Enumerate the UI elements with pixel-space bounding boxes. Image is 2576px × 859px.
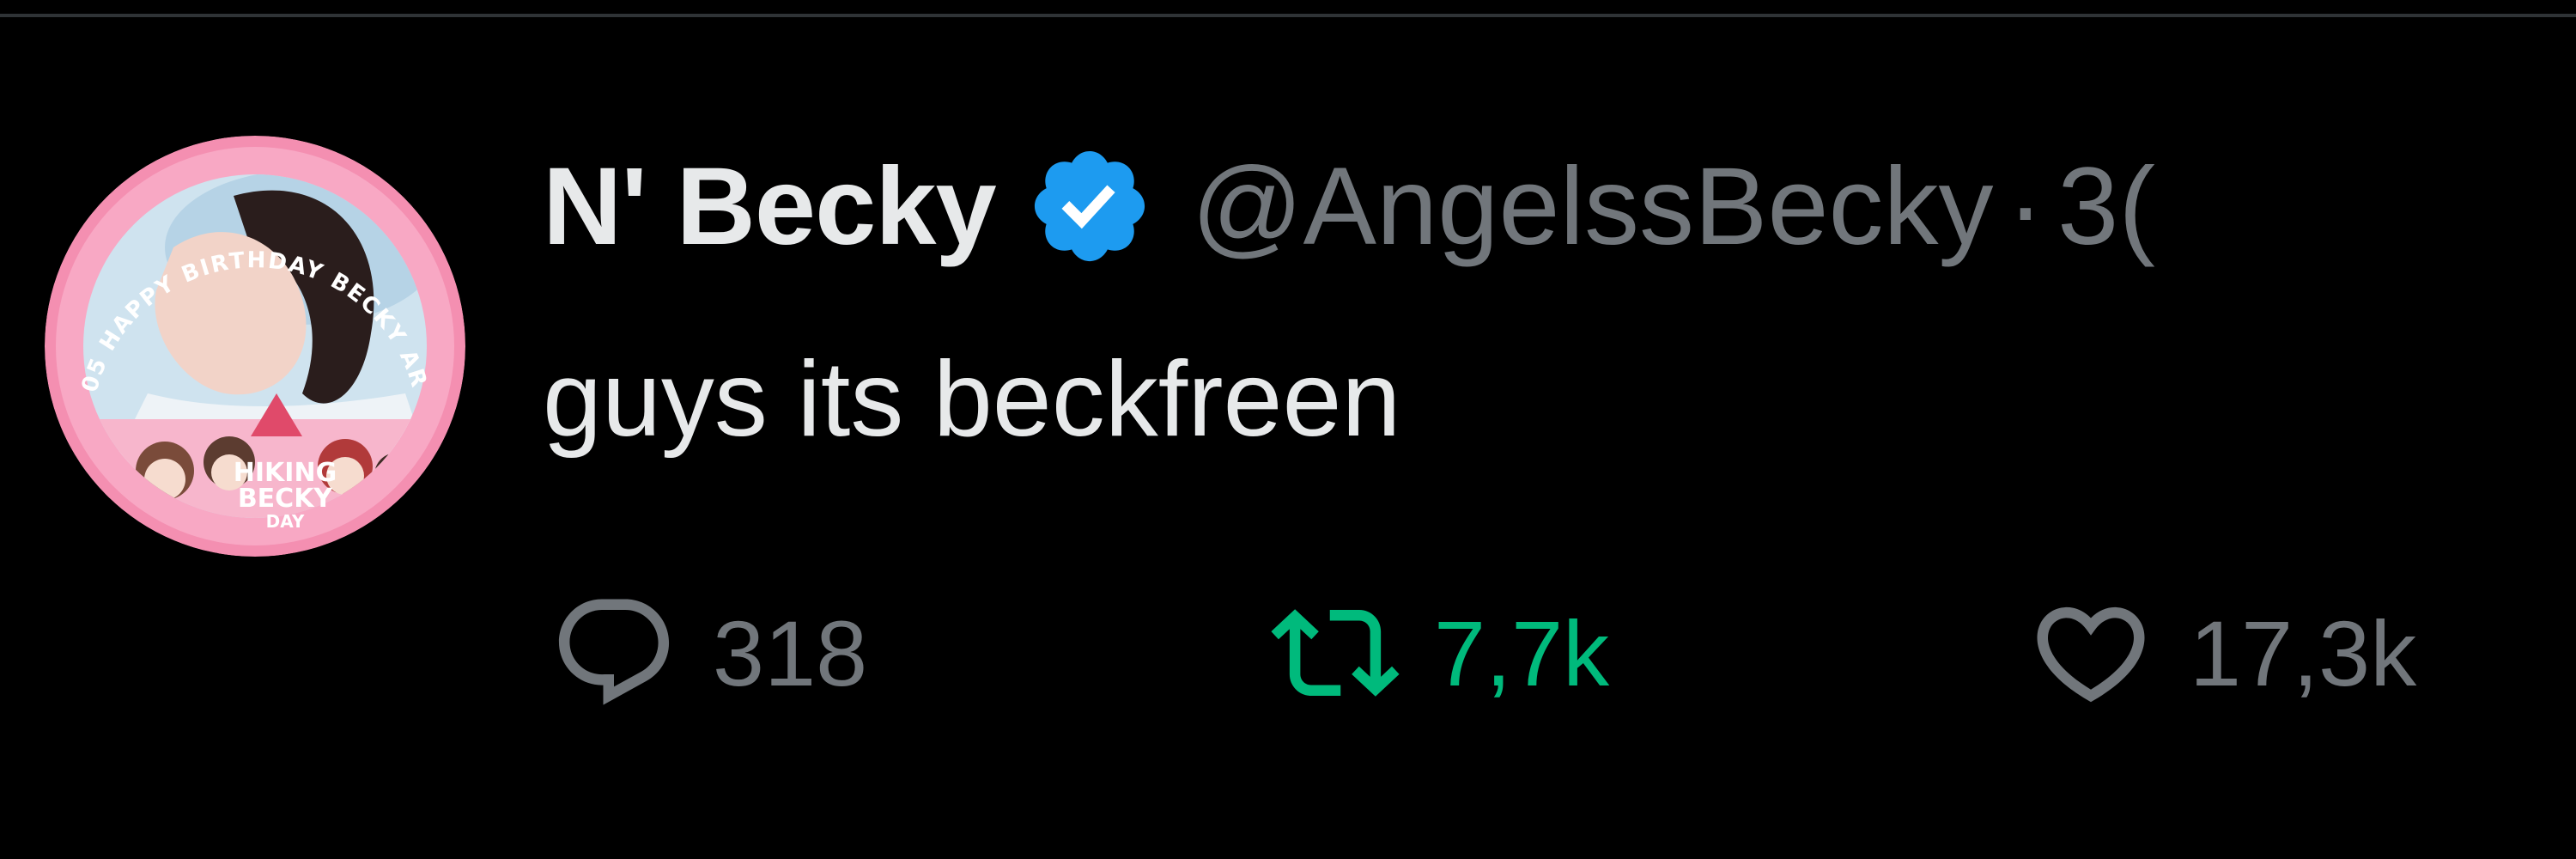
tweet-action-bar: 318 7,7k 17,3k xyxy=(550,584,2576,722)
speech-bubble-icon xyxy=(550,588,678,717)
like-count: 17,3k xyxy=(2190,600,2417,705)
verified-badge-icon xyxy=(1025,142,1154,271)
retweet-arrows-icon xyxy=(1271,588,1400,717)
avatar-badge-line-3: DAY xyxy=(266,511,305,532)
tweet-timestamp[interactable]: 3( xyxy=(2057,143,2155,270)
author-avatar[interactable]: 05 HAPPY BIRTHDAY BECKY ARMSTRONG 2 HIKI… xyxy=(45,136,465,557)
tweet-screenshot: 05 HAPPY BIRTHDAY BECKY ARMSTRONG 2 HIKI… xyxy=(0,0,2576,859)
author-display-name[interactable]: N' Becky xyxy=(543,143,997,270)
retweet-count: 7,7k xyxy=(1434,600,1610,705)
avatar-image: 05 HAPPY BIRTHDAY BECKY ARMSTRONG 2 HIKI… xyxy=(45,136,465,557)
avatar-badge-line-2: BECKY xyxy=(238,484,334,514)
reply-button[interactable]: 318 xyxy=(550,584,867,722)
tweet-text: guys its beckfreen xyxy=(543,340,1401,459)
header-separator: · xyxy=(2007,144,2044,268)
reply-count: 318 xyxy=(713,600,868,705)
heart-outline-icon xyxy=(2026,588,2155,717)
top-divider xyxy=(0,14,2576,17)
like-button[interactable]: 17,3k xyxy=(2026,584,2416,722)
tweet-header: N' Becky @AngelssBecky · 3( xyxy=(543,137,2155,275)
retweet-button[interactable]: 7,7k xyxy=(1271,584,1609,722)
author-handle[interactable]: @AngelssBecky xyxy=(1192,143,1994,270)
